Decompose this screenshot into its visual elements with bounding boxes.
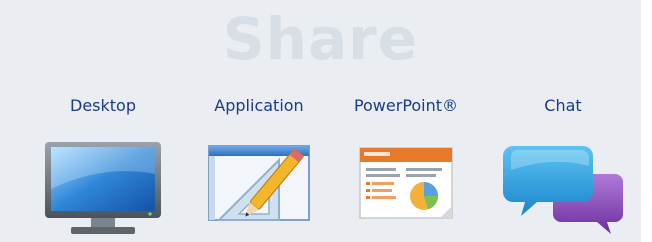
share-powerpoint-label: PowerPoint® — [353, 96, 459, 115]
share-desktop-label: Desktop — [70, 96, 136, 115]
share-panel: Share Desktop Application PowerPoint® Ch… — [0, 0, 641, 242]
chat-bubbles-icon — [493, 134, 633, 242]
monitor-icon — [33, 134, 173, 242]
share-desktop-option[interactable]: Desktop — [33, 0, 173, 242]
share-chat-option[interactable]: Chat — [493, 0, 633, 242]
share-chat-label: Chat — [544, 96, 582, 115]
share-application-option[interactable]: Application — [189, 0, 329, 242]
share-application-label: Application — [214, 96, 304, 115]
application-window-icon — [189, 134, 329, 242]
presentation-icon — [336, 134, 476, 242]
share-powerpoint-option[interactable]: PowerPoint® — [336, 0, 476, 242]
